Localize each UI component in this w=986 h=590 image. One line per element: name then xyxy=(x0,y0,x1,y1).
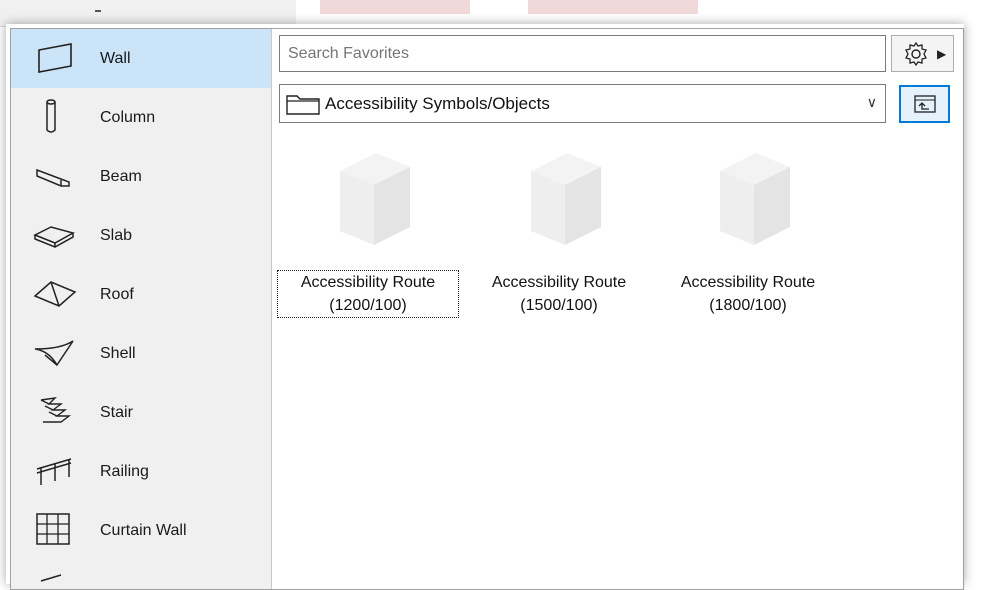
object-item-size: (1800/100) xyxy=(709,297,787,314)
folder-dropdown[interactable]: Accessibility Symbols/Objects ∨ xyxy=(279,84,886,123)
object-thumbnail xyxy=(340,153,410,245)
folder-path-label: Accessibility Symbols/Objects xyxy=(325,94,550,113)
background-stripe xyxy=(320,0,470,14)
chevron-down-icon: ∨ xyxy=(866,94,877,110)
tool-label-column: Column xyxy=(100,108,156,126)
folder-icon xyxy=(286,95,320,115)
tool-item-beam[interactable]: Beam xyxy=(11,147,271,206)
curtain-wall-icon xyxy=(31,510,79,550)
tool-item-railing[interactable]: Railing xyxy=(11,442,271,501)
column-icon xyxy=(31,97,79,137)
tool-item-slab[interactable]: Slab xyxy=(11,206,271,265)
settings-menu-button[interactable]: ▶ xyxy=(891,35,954,72)
tool-label-railing: Railing xyxy=(100,462,149,480)
object-item[interactable]: Accessibility Route (1200/100) xyxy=(277,139,459,329)
wall-icon xyxy=(31,38,79,78)
background-stripe xyxy=(528,0,698,14)
favorites-panel: Wall Column Beam Slab Roof Shell Stair R… xyxy=(10,28,964,590)
tool-label-beam: Beam xyxy=(100,167,142,185)
object-item-label: Accessibility Route (1800/100) xyxy=(658,271,838,317)
tool-item-curtain-wall[interactable]: Curtain Wall xyxy=(11,501,271,560)
object-item-label: Accessibility Route (1200/100) xyxy=(277,270,459,318)
shell-icon xyxy=(31,333,79,373)
object-item-label: Accessibility Route (1500/100) xyxy=(469,271,649,317)
object-item[interactable]: Accessibility Route (1800/100) xyxy=(658,139,838,329)
tool-item-shell[interactable]: Shell xyxy=(11,324,271,383)
triangle-right-icon: ▶ xyxy=(937,47,947,61)
folder-up-icon xyxy=(914,95,936,113)
roof-icon xyxy=(31,274,79,314)
tool-item-stair[interactable]: Stair xyxy=(11,383,271,442)
tool-label-slab: Slab xyxy=(100,226,133,244)
partial-tool-icon xyxy=(31,569,79,589)
tool-label-wall: Wall xyxy=(100,49,131,67)
object-thumbnail xyxy=(720,153,790,245)
object-item-name: Accessibility Route xyxy=(680,274,816,291)
object-thumbnail xyxy=(531,153,601,245)
tool-label-curtain-wall: Curtain Wall xyxy=(100,521,187,539)
railing-icon xyxy=(31,451,79,491)
object-item-size: (1500/100) xyxy=(520,297,598,314)
favorites-browser: ▶ Accessibility Symbols/Objects ∨ xyxy=(272,29,963,589)
search-favorites-input[interactable] xyxy=(279,35,886,72)
tool-item-wall[interactable]: Wall xyxy=(11,29,271,88)
tool-item-partial[interactable] xyxy=(11,560,271,589)
object-item-size: (1200/100) xyxy=(329,297,407,314)
stair-icon xyxy=(31,392,79,432)
tool-item-roof[interactable]: Roof xyxy=(11,265,271,324)
tool-label-shell: Shell xyxy=(100,344,136,362)
gear-icon xyxy=(905,41,927,67)
object-item-name: Accessibility Route xyxy=(300,274,436,291)
parent-folder-button[interactable] xyxy=(899,85,950,123)
tool-list: Wall Column Beam Slab Roof Shell Stair R… xyxy=(11,29,272,589)
slab-icon xyxy=(31,215,79,255)
tool-label-roof: Roof xyxy=(100,285,134,303)
object-item-name: Accessibility Route xyxy=(491,274,627,291)
tool-label-stair: Stair xyxy=(100,403,133,421)
tool-item-column[interactable]: Column xyxy=(11,88,271,147)
object-item[interactable]: Accessibility Route (1500/100) xyxy=(469,139,649,329)
beam-icon xyxy=(31,156,79,196)
top-toolbar-strip xyxy=(0,0,296,27)
